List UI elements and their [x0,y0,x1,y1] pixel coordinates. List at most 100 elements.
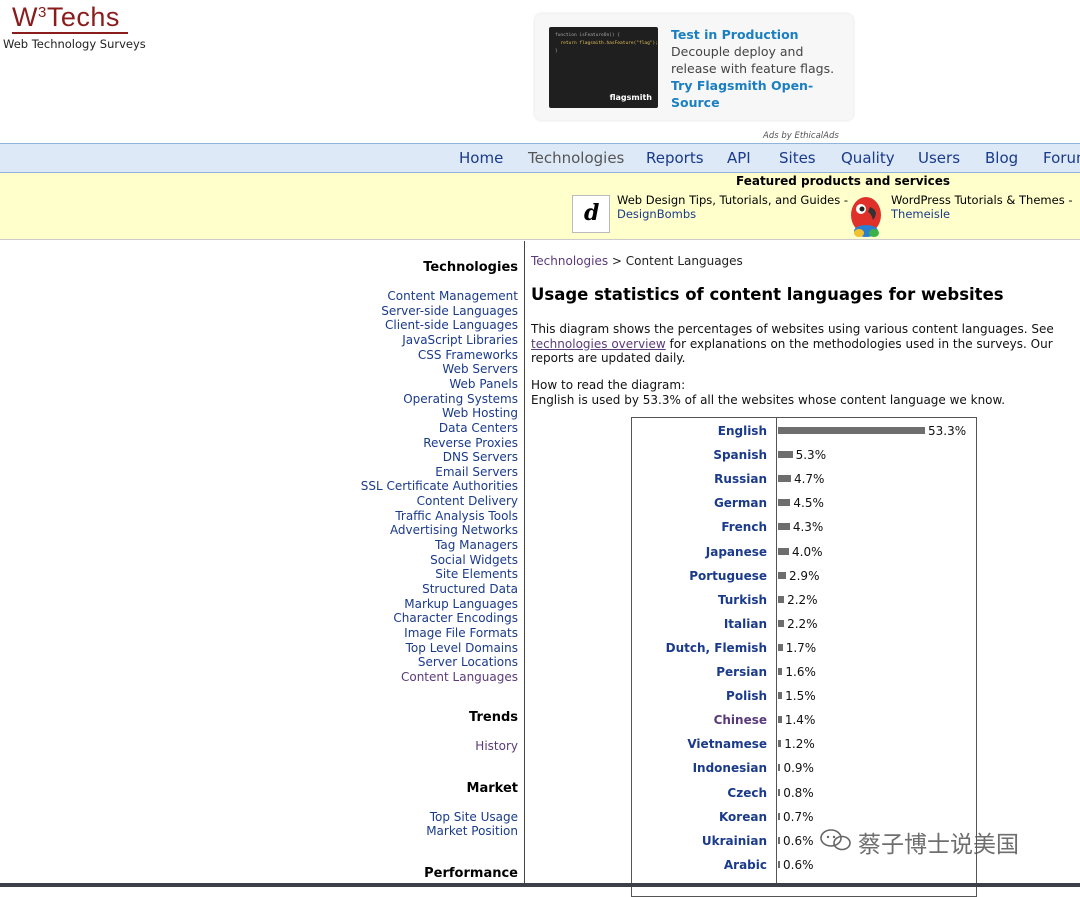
featured-item-text: WordPress Tutorials & Themes - [891,193,1073,207]
featured-item-themeisle[interactable]: WordPress Tutorials & Themes - Themeisle [891,193,1073,221]
breadcrumb-current: Content Languages [625,254,743,268]
chart-bar [778,836,780,844]
sidebar-link-reverse-proxies[interactable]: Reverse Proxies [423,436,518,450]
ad-image[interactable]: function isFeatureOn() { return flagsmit… [549,27,658,108]
sidebar-link-content-management[interactable]: Content Management [387,289,518,303]
chart-category-label[interactable]: English [718,424,767,438]
chart-category-label[interactable]: Arabic [724,858,767,872]
featured-item-text: Web Design Tips, Tutorials, and Guides - [617,193,848,207]
sidebar-link-image-file-formats[interactable]: Image File Formats [404,626,518,640]
chart-category-label[interactable]: Ukrainian [702,834,767,848]
w3techs-logo[interactable]: W3Techs [12,2,120,33]
ad-text[interactable]: Test in Production Decouple deploy and r… [671,26,846,111]
nav-sites[interactable]: Sites [779,149,816,167]
nav-technologies[interactable]: Technologies [528,149,624,167]
sidebar-link-css-frameworks[interactable]: CSS Frameworks [418,348,518,362]
how-to-read: How to read the diagram: English is used … [531,378,1006,407]
sidebar-link-markup-languages[interactable]: Markup Languages [404,597,518,611]
breadcrumb: Technologies > Content Languages [531,254,743,268]
bottom-strip [0,883,1080,887]
sidebar-link-client-side-languages[interactable]: Client-side Languages [385,318,518,332]
sidebar-link-site-elements[interactable]: Site Elements [435,567,518,581]
breadcrumb-separator: > [608,254,626,268]
chart-bar [778,764,781,772]
designbombs-link[interactable]: DesignBombs [617,207,848,221]
chart-value-label: 2.2% [787,592,818,607]
nav-users[interactable]: Users [918,149,960,167]
chart-category-label[interactable]: French [721,520,767,534]
sidebar-link-email-servers[interactable]: Email Servers [435,465,518,479]
sidebar-link-web-panels[interactable]: Web Panels [449,377,518,391]
chart-bar [778,788,781,796]
sidebar-link-top-level-domains[interactable]: Top Level Domains [406,641,518,655]
sidebar-link-top-site-usage[interactable]: Top Site Usage [430,810,518,824]
chart-category-label[interactable]: Turkish [718,593,767,607]
sidebar-performance-heading: Performance [424,866,518,881]
chart-category-label[interactable]: Spanish [713,448,767,462]
sidebar-link-server-side-languages[interactable]: Server-side Languages [381,304,518,318]
breadcrumb-technologies-link[interactable]: Technologies [531,254,608,268]
sidebar-link-advertising-networks[interactable]: Advertising Networks [390,523,518,537]
chart-value-label: 53.3% [928,424,967,438]
chart-category-label[interactable]: Indonesian [693,761,767,775]
chart-category-label[interactable]: Persian [716,665,767,679]
designbombs-icon[interactable]: d [572,195,610,233]
nav-api[interactable]: API [727,149,751,167]
sidebar-link-web-servers[interactable]: Web Servers [442,362,518,376]
chart-value-label: 4.0% [792,544,823,559]
sidebar-link-web-hosting[interactable]: Web Hosting [442,406,518,420]
sidebar-link-market-position[interactable]: Market Position [426,824,518,838]
nav-home[interactable]: Home [459,149,503,167]
chart-category-label[interactable]: Vietnamese [687,737,767,751]
sidebar-link-social-widgets[interactable]: Social Widgets [430,553,518,567]
chart-category-label[interactable]: Portuguese [689,569,767,583]
main-nav: Home Technologies Reports API Sites Qual… [0,143,1080,173]
sidebar-link-traffic-analysis-tools[interactable]: Traffic Analysis Tools [395,509,518,523]
nav-forums[interactable]: Forums [1043,149,1080,167]
chart-value-label: 5.3% [795,448,827,463]
chart-value-label: 1.2% [784,737,815,752]
sidebar-link-character-encodings[interactable]: Character Encodings [393,611,518,625]
chart-divider [776,417,777,887]
chart-value-label: 4.7% [793,472,825,487]
ad-cta-link[interactable]: Try Flagsmith Open-Source [671,78,813,110]
chart-bar [778,643,783,651]
chart-category-label[interactable]: Russian [714,472,767,486]
page-title: Usage statistics of content languages fo… [531,285,1004,304]
sidebar-link-tag-managers[interactable]: Tag Managers [435,538,518,552]
themeisle-link[interactable]: Themeisle [891,207,1073,221]
chart-category-label[interactable]: Chinese [714,713,767,727]
sidebar-link-javascript-libraries[interactable]: JavaScript Libraries [402,333,518,347]
chart-category-label[interactable]: Czech [727,786,767,800]
sidebar-link-content-delivery[interactable]: Content Delivery [417,494,518,508]
wechat-icon [820,829,851,851]
chart-category-label[interactable]: Polish [726,689,767,703]
chart-category-label[interactable]: German [714,496,767,510]
chart-bar [778,860,780,868]
chart-category-label[interactable]: Italian [724,617,767,631]
ads-by-note[interactable]: Ads by EthicalAds [763,131,839,141]
chart-bar [778,812,780,820]
nav-blog[interactable]: Blog [985,149,1018,167]
chart-category-label[interactable]: Japanese [706,545,767,559]
chart-value-label: 0.6% [783,833,814,848]
sidebar-link-dns-servers[interactable]: DNS Servers [443,450,518,464]
nav-quality[interactable]: Quality [841,149,895,167]
sidebar-link-operating-systems[interactable]: Operating Systems [403,392,518,406]
sidebar-link-content-languages[interactable]: Content Languages [401,670,518,684]
nav-reports[interactable]: Reports [646,149,704,167]
sidebar-link-history[interactable]: History [475,739,518,753]
technologies-overview-link[interactable]: technologies overview [531,337,666,351]
sidebar-link-data-centers[interactable]: Data Centers [439,421,518,435]
sidebar-link-structured-data[interactable]: Structured Data [422,582,518,596]
chart-category-label[interactable]: Dutch, Flemish [666,641,767,655]
ad-title[interactable]: Test in Production [671,27,799,42]
chart-category-label[interactable]: Korean [719,810,767,824]
site-tagline: Web Technology Surveys [3,37,146,51]
sidebar-link-server-locations[interactable]: Server Locations [418,655,518,669]
sidebar-link-ssl-certificate-authorities[interactable]: SSL Certificate Authorities [361,479,518,493]
ad-banner[interactable]: function isFeatureOn() { return flagsmit… [535,14,853,120]
chart-bar [778,619,785,627]
featured-item-designbombs[interactable]: Web Design Tips, Tutorials, and Guides -… [617,193,848,221]
parrot-icon[interactable] [846,193,886,239]
